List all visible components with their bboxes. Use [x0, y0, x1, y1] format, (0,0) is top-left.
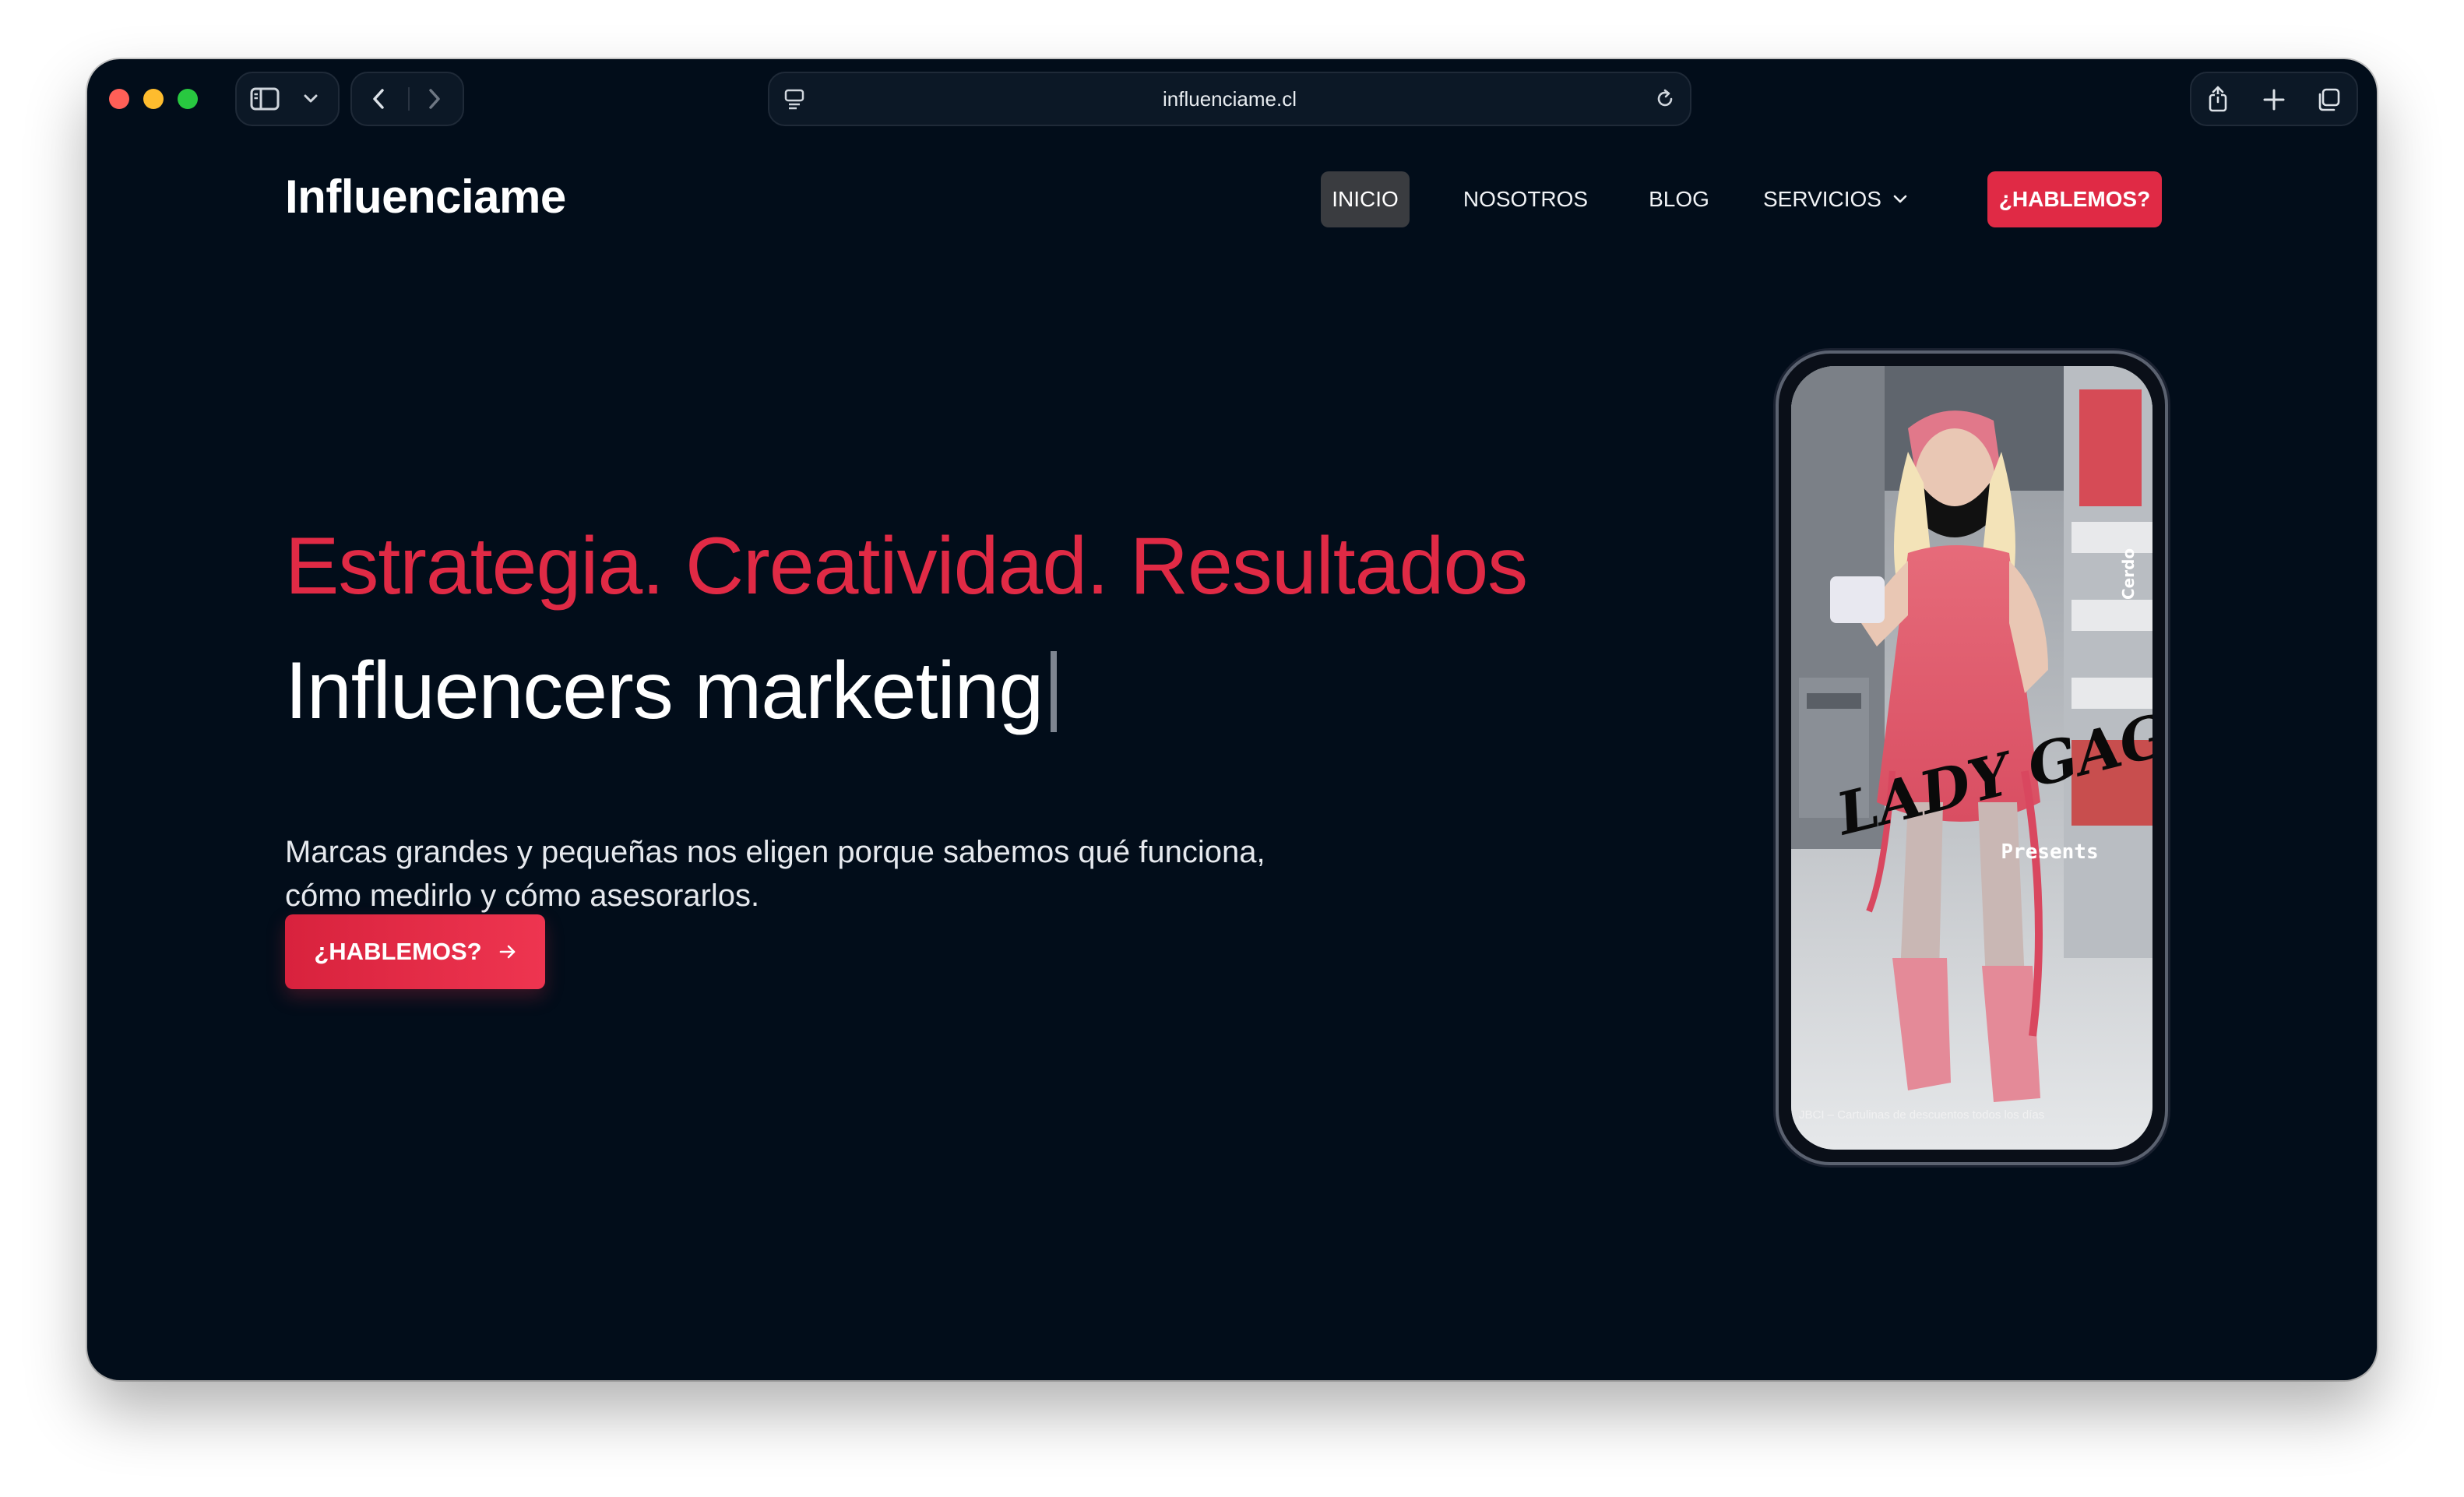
- site-logo[interactable]: Influenciame: [285, 170, 566, 224]
- nav-item-servicios-label: SERVICIOS: [1763, 187, 1881, 211]
- divider: [408, 87, 410, 111]
- sidebar-toggle-group: [235, 72, 340, 126]
- video-caption: JBCI – Cartulinas de descuentos todos lo…: [1799, 1108, 2045, 1122]
- hero-tagline: Estrategia. Creatividad. Resultados: [285, 521, 1528, 611]
- plus-icon[interactable]: [2258, 84, 2290, 115]
- close-window-button[interactable]: [109, 89, 129, 109]
- nav-item-servicios[interactable]: SERVICIOS: [1763, 171, 1939, 227]
- reload-icon[interactable]: [1651, 86, 1679, 112]
- nav-contact-button[interactable]: ¿HABLEMOS?: [1987, 171, 2162, 227]
- chevron-right-icon[interactable]: [419, 84, 450, 114]
- video-frame-illustration: LADY GAGA Presents Cerdo: [1791, 366, 2152, 1150]
- hero-description-line: Marcas grandes y pequeñas nos eligen por…: [285, 835, 1265, 869]
- url-text[interactable]: influenciame.cl: [769, 73, 1690, 125]
- chevron-left-icon[interactable]: [363, 84, 394, 114]
- phone-video[interactable]: LADY GAGA Presents Cerdo JBCI – Cartulin…: [1791, 366, 2152, 1150]
- hero-contact-button-label: ¿HABLEMOS?: [314, 938, 482, 965]
- minimize-window-button[interactable]: [143, 89, 164, 109]
- hero-description-line: cómo medirlo y cómo asesorarlos.: [285, 879, 760, 913]
- toolbar-actions: [2190, 72, 2358, 126]
- typing-caret: [1051, 650, 1058, 732]
- share-icon[interactable]: [2202, 83, 2233, 115]
- hero-headline-text: Influencers marketing: [285, 646, 1044, 736]
- hero-contact-button[interactable]: ¿HABLEMOS?: [285, 914, 545, 989]
- chevron-down-icon: [1892, 195, 1908, 204]
- browser-toolbar: influenciame.cl: [87, 59, 2377, 140]
- video-overlay-subtitle: Presents: [2001, 840, 2098, 864]
- tabs-icon[interactable]: [2313, 84, 2344, 115]
- browser-window: influenciame.cl Influenciame INICIO NOSO…: [87, 59, 2377, 1380]
- arrow-right-icon: [499, 940, 516, 964]
- hero-headline: Influencers marketing: [285, 645, 1058, 738]
- video-side-text: Cerdo: [2119, 548, 2138, 600]
- nav-item-nosotros[interactable]: NOSOTROS: [1456, 171, 1595, 227]
- nav-item-blog[interactable]: BLOG: [1642, 171, 1716, 227]
- zoom-window-button[interactable]: [178, 89, 198, 109]
- navigation-buttons: [350, 72, 464, 126]
- chevron-down-icon[interactable]: [299, 87, 322, 111]
- nav-item-inicio[interactable]: INICIO: [1321, 171, 1410, 227]
- phone-mockup: LADY GAGA Presents Cerdo JBCI – Cartulin…: [1776, 350, 2168, 1165]
- sidebar-icon[interactable]: [249, 84, 280, 114]
- hero-description: Marcas grandes y pequeñas nos eligen por…: [285, 830, 1453, 918]
- address-bar[interactable]: influenciame.cl: [768, 72, 1691, 126]
